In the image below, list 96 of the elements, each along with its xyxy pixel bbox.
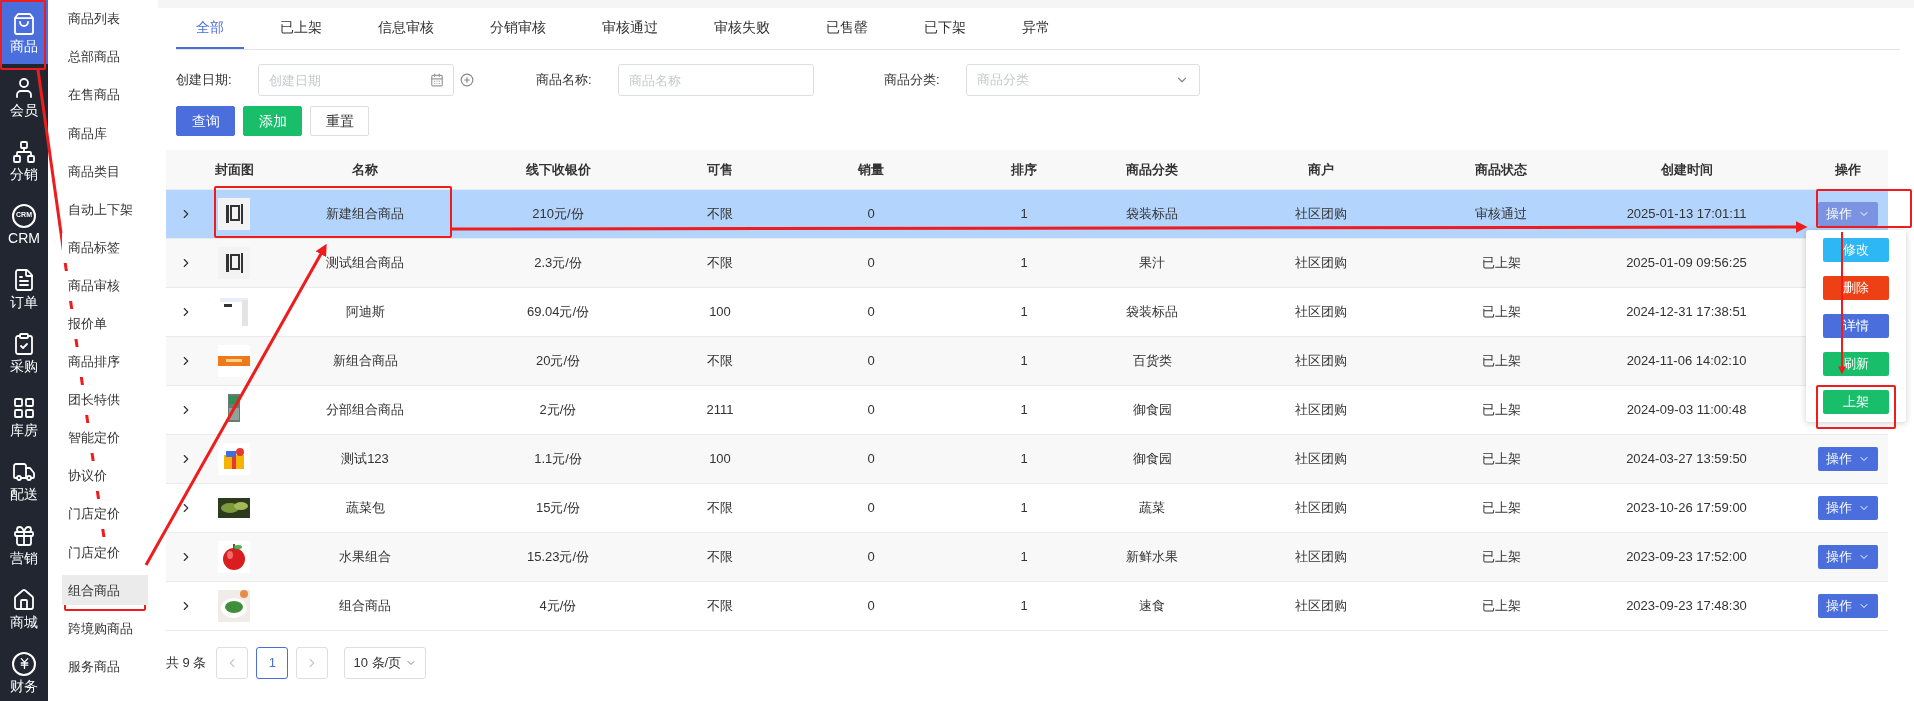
table-cell-text: 袋装标品	[1125, 205, 1179, 224]
table-cell-text: 已上架	[1480, 450, 1522, 469]
table-cell-text: 2023-09-23 17:52:00	[1625, 548, 1748, 567]
table-cell-text: 2.3元/份	[533, 254, 583, 273]
table-cell-text: 社区团购	[1294, 548, 1348, 567]
table-cell-text: 2024-11-06 14:02:10	[1625, 352, 1748, 371]
table-cell-text: 不限	[706, 548, 734, 567]
column-header: 线下收银价	[524, 160, 592, 179]
column-header: 名称	[351, 160, 379, 179]
table-cell-text: 蔬菜包	[344, 499, 386, 518]
table-cell-text: 御食园	[1131, 401, 1173, 420]
table-cell-text: 社区团购	[1294, 401, 1348, 420]
table-cell-text: 0	[866, 499, 876, 518]
table-cell-text: 0	[866, 205, 876, 224]
table-cell-text: 1	[1019, 352, 1029, 371]
table-cell-text: 2024-03-27 13:59:50	[1625, 450, 1748, 469]
table-cell-text: 0	[866, 303, 876, 322]
table-cell-text: 2025-01-09 09:56:25	[1625, 254, 1748, 273]
table-cell-text: 社区团购	[1294, 450, 1348, 469]
table-cell-text: 2023-10-26 17:59:00	[1625, 499, 1748, 518]
table-cell-text: 1.1元/份	[533, 450, 583, 469]
table-cell-text: 已上架	[1480, 499, 1522, 518]
table-cell-text: 水果组合	[338, 548, 392, 567]
table-cell-text: 社区团购	[1294, 499, 1348, 518]
table-cell-text: 2024-12-31 17:38:51	[1625, 303, 1748, 322]
table-cell-text: 不限	[706, 597, 734, 616]
table-cell-text: 1	[1019, 303, 1029, 322]
table-cell-text: 不限	[706, 254, 734, 273]
table-cell-text: 不限	[706, 499, 734, 518]
table-cell-text: 15.23元/份	[525, 548, 591, 567]
table-cell-text: 组合商品	[338, 597, 392, 616]
table-cell-text: 社区团购	[1294, 352, 1348, 371]
filter-label: 创建日期:	[176, 71, 233, 90]
table-cell-text: 2元/份	[538, 401, 578, 420]
table-cell-text: 1	[1019, 548, 1029, 567]
table-cell-text: 已上架	[1480, 254, 1522, 273]
table-cell-text: 1	[1019, 401, 1029, 420]
table-cell-text: 已上架	[1480, 597, 1522, 616]
filter-label: 商品名称:	[536, 71, 593, 90]
table-cell-text: 社区团购	[1294, 303, 1348, 322]
table-cell-text: 已上架	[1480, 303, 1522, 322]
table-cell-text: 新建组合商品	[325, 205, 405, 224]
table-cell-text: 1	[1019, 205, 1029, 224]
column-header: 商品分类	[1125, 160, 1179, 179]
table-cell-text: 社区团购	[1294, 597, 1348, 616]
table-cell-text: 2111	[705, 401, 735, 420]
column-header: 封面图	[213, 160, 255, 179]
table-cell-text: 100	[708, 450, 732, 469]
table-cell-text: 1	[1019, 254, 1029, 273]
table-cell-text: 15元/份	[534, 499, 582, 518]
column-header: 销量	[856, 160, 885, 179]
table-cell-text: 1	[1019, 499, 1029, 518]
filter-label: 商品分类:	[884, 71, 941, 90]
column-header: 商品状态	[1474, 160, 1528, 179]
table-cell-text: 已上架	[1480, 352, 1522, 371]
table-cell-text: 0	[866, 548, 876, 567]
table-cell-text: 0	[866, 401, 876, 420]
table-cell-text: 已上架	[1480, 548, 1522, 567]
table-cell-text: 阿迪斯	[344, 303, 386, 322]
table-cell-text: 测试123	[340, 450, 390, 469]
table-cell-text: 0	[866, 352, 876, 371]
table-cell-text: 分部组合商品	[325, 401, 405, 420]
table-cell-text: 0	[866, 450, 876, 469]
table-cell-text: 20元/份	[534, 352, 582, 371]
table-cell-text: 速食	[1138, 597, 1166, 616]
table-cell-text: 69.04元/份	[525, 303, 591, 322]
table-cell-text: 4元/份	[538, 597, 578, 616]
table-cell-text: 新组合商品	[331, 352, 399, 371]
table-cell-text: 不限	[706, 205, 734, 224]
column-header: 操作	[1833, 160, 1862, 179]
column-header: 创建时间	[1659, 160, 1714, 179]
table-cell-text: 蔬菜	[1138, 499, 1166, 518]
table-cell-text: 2024-09-03 11:00:48	[1625, 401, 1748, 420]
column-header: 可售	[706, 160, 734, 179]
table-cell-text: 新鲜水果	[1125, 548, 1179, 567]
table-cell-text: 100	[708, 303, 732, 322]
table-cell-text: 已上架	[1480, 401, 1522, 420]
table-cell-text: 袋装标品	[1125, 303, 1179, 322]
table-cell-text: 2025-01-13 17:01:11	[1625, 205, 1748, 224]
table-cell-text: 不限	[706, 352, 734, 371]
total-count: 共 9 条	[166, 654, 207, 673]
table-cell-text: 0	[866, 254, 876, 273]
table-cell-text: 御食园	[1131, 450, 1173, 469]
table-cell-text: 审核通过	[1474, 205, 1528, 224]
table-cell-text: 百货类	[1131, 352, 1173, 371]
table-cell-text: 社区团购	[1294, 205, 1348, 224]
column-header: 商户	[1307, 160, 1335, 179]
table-cell-text: 1	[1019, 450, 1029, 469]
table-cell-text: 社区团购	[1294, 254, 1348, 273]
table-cell-text: 2023-09-23 17:48:30	[1625, 597, 1748, 616]
table-cell-text: 测试组合商品	[325, 254, 405, 273]
table-cell-text: 210元/份	[531, 205, 585, 224]
column-header: 排序	[1010, 160, 1038, 179]
table-cell-text: 1	[1019, 597, 1029, 616]
table-cell-text: 0	[866, 597, 876, 616]
table-cell-text: 果汁	[1138, 254, 1166, 273]
